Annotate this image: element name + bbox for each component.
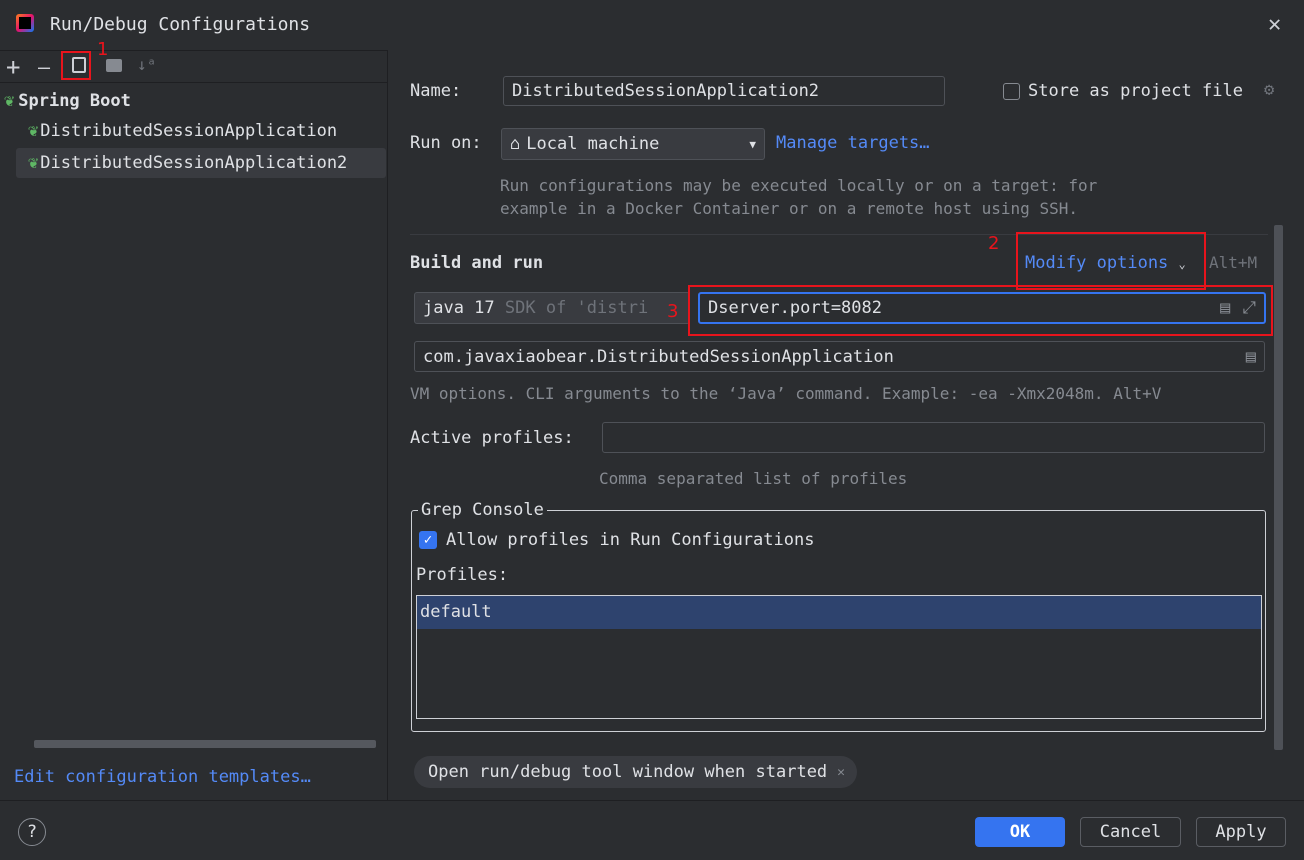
- remove-icon[interactable]: —: [38, 55, 50, 79]
- sort-icon[interactable]: ↓ᵃ: [137, 55, 156, 74]
- left-panel: + — 1 ↓ᵃ ❦ Spring Boot ❦ DistributedSess…: [0, 39, 388, 800]
- vm-options-input[interactable]: Dserver.port=8082 ▤ ⤢: [698, 292, 1266, 324]
- store-label[interactable]: Store as project file: [1028, 81, 1243, 101]
- vm-hint: VM options. CLI arguments to the ‘Java’ …: [410, 384, 1162, 403]
- expand-icon[interactable]: ⤢: [1242, 298, 1256, 318]
- tree-item-label: DistributedSessionApplication: [40, 121, 338, 141]
- annotation-box-2: [1016, 232, 1206, 290]
- active-profiles-label: Active profiles:: [410, 428, 574, 448]
- spring-boot-icon: ❦: [28, 121, 39, 141]
- tree-group-spring-boot[interactable]: ❦ Spring Boot: [4, 91, 131, 111]
- list-item[interactable]: default: [417, 596, 1261, 629]
- allow-profiles-label[interactable]: Allow profiles in Run Configurations: [446, 530, 814, 550]
- run-on-hint: example in a Docker Container or on a re…: [500, 199, 1078, 218]
- footer: ? OK Cancel Apply: [0, 800, 1304, 860]
- profiles-hint: Comma separated list of profiles: [599, 469, 908, 488]
- close-icon[interactable]: ✕: [1268, 12, 1281, 37]
- new-folder-icon[interactable]: [106, 59, 122, 72]
- horizontal-scrollbar[interactable]: [34, 740, 376, 748]
- allow-profiles-checkbox[interactable]: ✓: [419, 531, 437, 549]
- group-label: Spring Boot: [18, 91, 131, 111]
- cancel-button[interactable]: Cancel: [1080, 817, 1181, 847]
- active-profiles-input[interactable]: [602, 422, 1265, 453]
- ok-button[interactable]: OK: [975, 817, 1065, 847]
- tree-item[interactable]: ❦ DistributedSessionApplication: [28, 121, 337, 141]
- app-logo-icon: [16, 14, 34, 32]
- run-on-hint: Run configurations may be executed local…: [500, 176, 1098, 195]
- manage-targets-link[interactable]: Manage targets…: [776, 133, 930, 153]
- run-on-select[interactable]: ⌂ Local machine ▼: [501, 128, 765, 160]
- build-and-run-heading: Build and run: [410, 253, 544, 273]
- tree-item-selected[interactable]: ❦ DistributedSessionApplication2: [16, 148, 386, 178]
- modify-shortcut: Alt+M: [1209, 253, 1258, 272]
- list-icon[interactable]: ▤: [1220, 298, 1230, 318]
- edit-templates-link[interactable]: Edit configuration templates…: [14, 767, 311, 787]
- gear-icon[interactable]: ⚙: [1264, 80, 1274, 100]
- help-button[interactable]: ?: [18, 818, 46, 846]
- annotation-1: 1: [97, 39, 109, 60]
- jdk-select[interactable]: java 17 SDK of 'distri: [414, 292, 690, 324]
- main-class-input[interactable]: com.javaxiaobear.DistributedSessionAppli…: [414, 341, 1265, 372]
- name-label: Name:: [410, 81, 462, 101]
- spring-boot-icon: ❦: [4, 91, 15, 111]
- profiles-list-label: Profiles:: [416, 565, 509, 585]
- open-tool-window-chip[interactable]: Open run/debug tool window when started …: [414, 756, 857, 788]
- vertical-scrollbar[interactable]: [1274, 225, 1283, 750]
- spring-boot-icon: ❦: [28, 153, 39, 173]
- chevron-down-icon: ▼: [749, 137, 756, 151]
- grep-console-title: Grep Console: [418, 500, 547, 520]
- close-icon[interactable]: ✕: [837, 765, 845, 780]
- window-title: Run/Debug Configurations: [50, 14, 311, 35]
- annotation-box-1: [61, 51, 91, 80]
- list-icon[interactable]: ▤: [1246, 347, 1256, 367]
- profiles-list[interactable]: default: [416, 595, 1262, 719]
- home-icon: ⌂: [510, 134, 521, 154]
- run-on-label: Run on:: [410, 133, 482, 153]
- annotation-3: 3: [667, 301, 679, 322]
- name-input[interactable]: DistributedSessionApplication2: [503, 76, 945, 106]
- annotation-2: 2: [988, 233, 1000, 254]
- store-checkbox[interactable]: [1003, 83, 1020, 100]
- apply-button[interactable]: Apply: [1196, 817, 1286, 847]
- add-icon[interactable]: +: [6, 53, 20, 81]
- tree-item-label: DistributedSessionApplication2: [40, 153, 348, 173]
